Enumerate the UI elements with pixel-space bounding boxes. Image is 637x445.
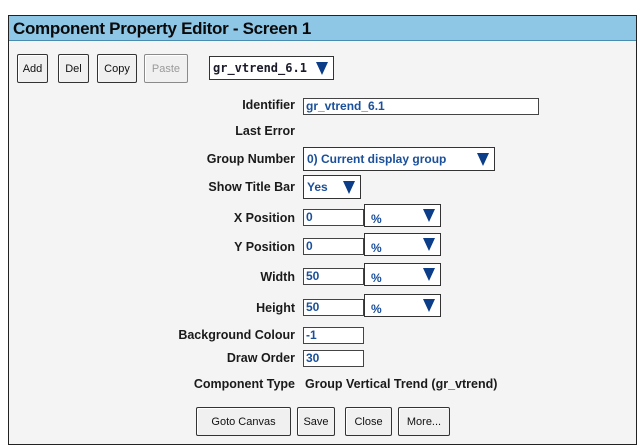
height-label: Height <box>256 301 295 315</box>
x-position-unit-select[interactable]: % <box>364 204 441 227</box>
group-number-label: Group Number <box>206 152 295 166</box>
save-button[interactable]: Save <box>297 407 335 436</box>
width-unit-select[interactable]: % <box>364 263 441 286</box>
delete-button[interactable]: Del <box>58 54 89 83</box>
width-input[interactable]: 50 <box>303 268 364 285</box>
copy-button[interactable]: Copy <box>97 54 137 83</box>
chevron-down-icon <box>423 299 435 312</box>
identifier-input[interactable]: gr_vtrend_6.1 <box>303 98 539 115</box>
chevron-down-icon <box>477 153 489 166</box>
chevron-down-icon <box>423 238 435 251</box>
show-title-bar-label: Show Title Bar <box>208 180 295 194</box>
component-select-value: gr_vtrend_6.1 <box>213 61 307 75</box>
draw-order-label: Draw Order <box>226 351 295 365</box>
component-type-value: Group Vertical Trend (gr_vtrend) <box>305 377 498 391</box>
title-bar: Component Property Editor - Screen 1 <box>9 16 636 41</box>
chevron-down-icon <box>423 209 435 222</box>
width-unit: % <box>371 271 382 285</box>
background-colour-label: Background Colour <box>178 328 295 342</box>
y-position-unit: % <box>371 241 382 255</box>
goto-canvas-button[interactable]: Goto Canvas <box>196 407 291 436</box>
y-position-unit-select[interactable]: % <box>364 233 441 256</box>
height-unit: % <box>371 302 382 316</box>
add-button[interactable]: Add <box>17 54 48 83</box>
height-input[interactable]: 50 <box>303 299 364 316</box>
width-label: Width <box>260 270 295 284</box>
x-position-label: X Position <box>233 211 295 225</box>
property-editor-window: Component Property Editor - Screen 1 Add… <box>8 15 637 445</box>
close-button[interactable]: Close <box>345 407 392 436</box>
x-position-input[interactable]: 0 <box>303 209 364 226</box>
more-button[interactable]: More... <box>398 407 450 436</box>
y-position-input[interactable]: 0 <box>303 238 364 255</box>
chevron-down-icon <box>316 62 328 75</box>
x-position-unit: % <box>371 212 382 226</box>
paste-button[interactable]: Paste <box>144 54 188 83</box>
show-title-bar-value: Yes <box>307 180 328 194</box>
identifier-label: Identifier <box>242 98 295 112</box>
background-colour-input[interactable]: -1 <box>303 327 364 344</box>
chevron-down-icon <box>423 268 435 281</box>
y-position-label: Y Position <box>234 240 295 254</box>
group-number-value: 0) Current display group <box>307 152 447 166</box>
group-number-select[interactable]: 0) Current display group <box>303 147 495 171</box>
component-select[interactable]: gr_vtrend_6.1 <box>209 56 334 80</box>
show-title-bar-select[interactable]: Yes <box>303 175 361 199</box>
height-unit-select[interactable]: % <box>364 294 441 317</box>
chevron-down-icon <box>343 181 355 194</box>
draw-order-input[interactable]: 30 <box>303 350 364 367</box>
window-title: Component Property Editor - Screen 1 <box>13 19 312 38</box>
component-type-label: Component Type <box>193 377 295 391</box>
last-error-label: Last Error <box>235 124 295 138</box>
